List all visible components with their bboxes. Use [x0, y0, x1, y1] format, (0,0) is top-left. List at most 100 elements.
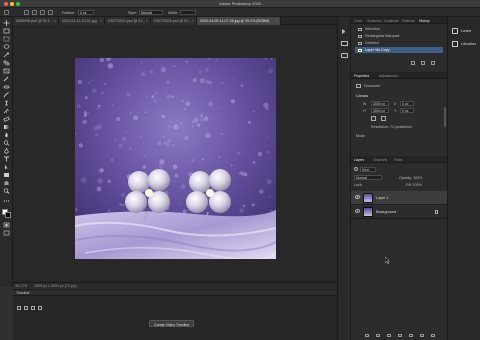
background-color-swatch[interactable]: [5, 212, 11, 218]
add-selection-icon[interactable]: [32, 10, 37, 15]
screen-mode-icon[interactable]: [3, 230, 10, 236]
fill-field[interactable]: Fill: 100%: [406, 183, 422, 187]
link-layers-icon[interactable]: [365, 334, 369, 337]
path-selection-tool-icon[interactable]: [3, 164, 10, 170]
feather-input[interactable]: 0 px: [78, 10, 94, 15]
new-selection-icon[interactable]: [24, 10, 29, 15]
quick-mask-icon[interactable]: [3, 222, 10, 228]
layer-row[interactable]: Layer 1: [351, 191, 447, 205]
document-image[interactable]: [75, 58, 276, 259]
learn-icon[interactable]: [452, 28, 458, 34]
history-item[interactable]: Selection: [355, 26, 443, 32]
quick-selection-tool-icon[interactable]: [3, 52, 10, 58]
new-group-icon[interactable]: [409, 334, 413, 337]
marquee-tool-icon[interactable]: [3, 36, 10, 42]
canvas-y-field[interactable]: 0 px: [400, 108, 414, 113]
new-snapshot-icon[interactable]: [411, 61, 415, 65]
learn-panel-button[interactable]: Learn: [461, 28, 471, 33]
move-tool-icon[interactable]: [3, 20, 10, 26]
adjustment-layer-icon[interactable]: [398, 334, 402, 337]
close-tab-icon[interactable]: ×: [276, 19, 278, 23]
next-frame-icon[interactable]: [38, 306, 42, 310]
document-info[interactable]: 3000 px x 3000 px (72 ppi): [34, 284, 77, 288]
canvas-area[interactable]: [13, 25, 337, 282]
layer-style-icon[interactable]: [376, 334, 380, 337]
swatches-panel-icon[interactable]: [341, 53, 348, 58]
close-tab-icon[interactable]: ×: [54, 19, 56, 23]
hand-tool-icon[interactable]: [3, 180, 10, 186]
filter-search-icon[interactable]: [354, 167, 358, 171]
opacity-field[interactable]: Opacity: 100%: [399, 176, 422, 180]
layer-filter-select[interactable]: Kind: [360, 166, 376, 172]
zoom-tool-icon[interactable]: [3, 188, 10, 194]
play-action-icon[interactable]: [342, 29, 345, 34]
doc-tab-active[interactable]: 2020-04-05-11-07-28.jpg @ 35.2% (RGB/8) ×: [197, 17, 281, 25]
tab-patterns[interactable]: Patterns: [402, 19, 415, 23]
subtract-selection-icon[interactable]: [40, 10, 45, 15]
lasso-tool-icon[interactable]: [3, 44, 10, 50]
prev-frame-icon[interactable]: [24, 306, 28, 310]
spot-healing-brush-icon[interactable]: [3, 84, 10, 90]
tab-gradients[interactable]: Gradients: [384, 19, 399, 23]
canvas-x-field[interactable]: 0 px: [400, 101, 414, 106]
tab-properties[interactable]: Properties: [354, 74, 369, 78]
layer-name[interactable]: Layer 1: [376, 196, 389, 200]
properties-scrollbar[interactable]: [444, 107, 446, 127]
layer-row[interactable]: Background: [351, 205, 447, 219]
history-item[interactable]: Rectangular Marquee: [355, 33, 443, 39]
tab-color[interactable]: Color: [354, 19, 362, 23]
eraser-tool-icon[interactable]: [3, 116, 10, 122]
eyedropper-tool-icon[interactable]: [3, 76, 10, 82]
add-mask-icon[interactable]: [387, 334, 391, 337]
canvas-width-field[interactable]: 3000 px: [371, 101, 389, 106]
artboard-tool-icon[interactable]: [3, 28, 10, 34]
delete-state-icon[interactable]: [431, 61, 435, 65]
new-document-from-state-icon[interactable]: [421, 61, 425, 65]
crop-tool-icon[interactable]: [3, 60, 10, 66]
tab-swatches[interactable]: Swatches: [367, 19, 382, 23]
close-tab-icon[interactable]: ×: [100, 19, 102, 23]
tab-channels[interactable]: Channels: [373, 158, 387, 162]
new-layer-icon[interactable]: [420, 334, 424, 337]
history-item[interactable]: Deselect: [355, 40, 443, 46]
blur-tool-icon[interactable]: [3, 132, 10, 138]
history-panel-icon[interactable]: [341, 41, 348, 46]
canvas-height-field[interactable]: 3000 px: [371, 108, 389, 113]
gradient-tool-icon[interactable]: [3, 124, 10, 130]
frame-tool-icon[interactable]: [3, 68, 10, 74]
close-tab-icon[interactable]: ×: [192, 19, 194, 23]
visibility-eye-icon[interactable]: [355, 209, 360, 213]
rectangle-tool-icon[interactable]: [3, 172, 10, 178]
dodge-tool-icon[interactable]: [3, 140, 10, 146]
create-video-timeline-button[interactable]: Create Video Timeline: [149, 320, 195, 327]
doc-tab[interactable]: IZM0096.psd @ 95.1... ×: [13, 17, 59, 25]
close-tab-icon[interactable]: ×: [146, 19, 148, 23]
doc-tab[interactable]: 2020-04-15-15-51.jpg ×: [59, 17, 105, 25]
zoom-level[interactable]: 35.17%: [15, 284, 27, 288]
tab-paths[interactable]: Paths: [394, 158, 403, 162]
tab-layers[interactable]: Layers: [354, 158, 364, 162]
clone-stamp-tool-icon[interactable]: [3, 100, 10, 106]
brush-tool-icon[interactable]: [3, 92, 10, 98]
tab-history[interactable]: History: [419, 19, 430, 23]
delete-layer-icon[interactable]: [431, 334, 435, 337]
type-tool-icon[interactable]: [3, 156, 10, 162]
first-frame-icon[interactable]: [17, 306, 21, 310]
marquee-tool-preset-icon[interactable]: [4, 10, 9, 15]
tab-adjustments[interactable]: Adjustments: [379, 74, 398, 78]
history-item-selected[interactable]: Layer Via Copy: [355, 47, 443, 53]
play-icon[interactable]: [31, 306, 35, 310]
pen-tool-icon[interactable]: [3, 148, 10, 154]
history-brush-icon[interactable]: [3, 108, 10, 114]
visibility-eye-icon[interactable]: [355, 195, 360, 199]
style-select[interactable]: Normal: [139, 10, 163, 15]
width-input[interactable]: [180, 10, 196, 15]
flip-canvas-icon[interactable]: [381, 116, 386, 121]
intersect-selection-icon[interactable]: [48, 10, 53, 15]
libraries-panel-button[interactable]: Libraries: [461, 41, 476, 46]
rotate-canvas-icon[interactable]: [371, 116, 376, 121]
layer-name[interactable]: Background: [376, 210, 396, 214]
doc-tab[interactable]: DSCF0004.psd @ 91... ×: [105, 17, 151, 25]
blend-mode-select[interactable]: Normal: [354, 175, 382, 180]
libraries-icon[interactable]: [452, 41, 458, 47]
